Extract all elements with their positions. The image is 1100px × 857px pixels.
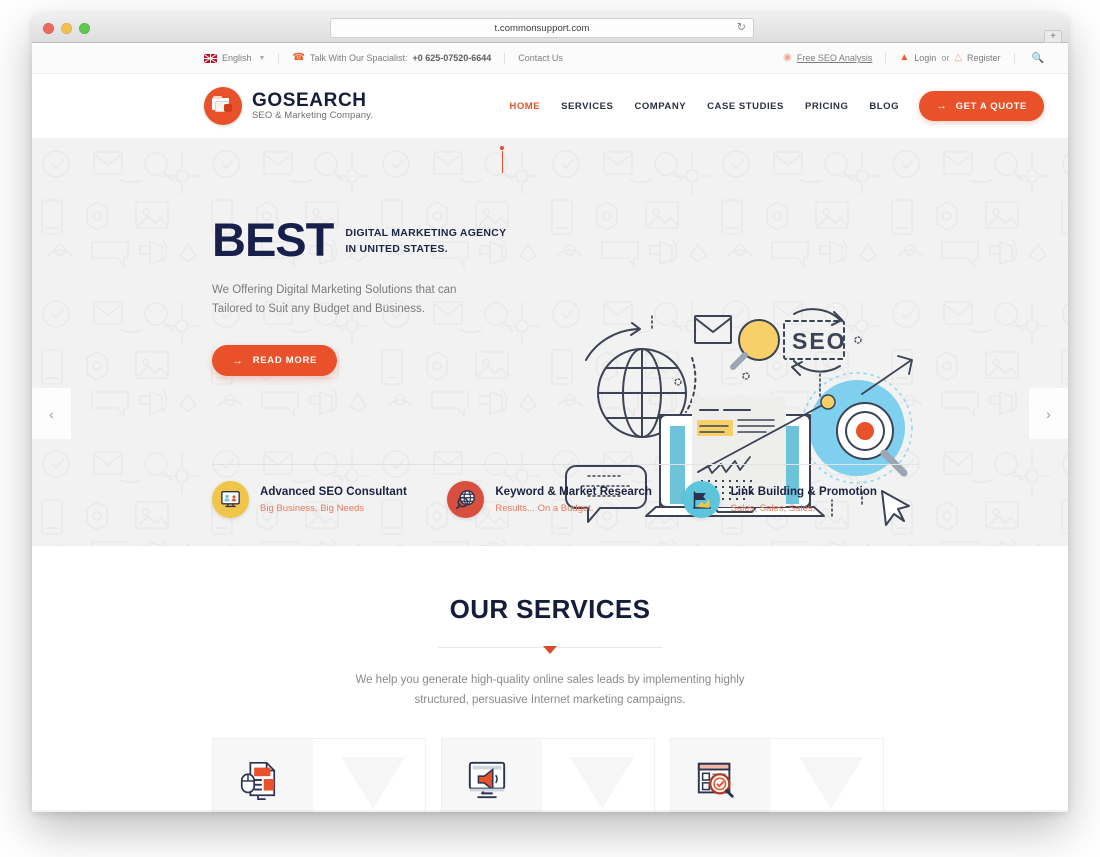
site-header: GOSEARCH SEO & Marketing Company. HOME S… (32, 74, 1068, 138)
window-traffic-lights[interactable] (43, 22, 90, 34)
contact-us-link[interactable]: Contact Us (518, 53, 563, 63)
service-card-display-advertising[interactable]: Display Advertising Explain to you how a… (441, 738, 655, 812)
watermark-triangle-icon (799, 757, 863, 809)
feature-title: Link Building & Promotion (730, 486, 877, 499)
language-selector[interactable]: English ▼ (204, 53, 265, 63)
register-link[interactable]: △ Register (954, 52, 1001, 64)
phone-icon: ☎ (292, 52, 305, 63)
divider (1013, 52, 1015, 64)
brand-name: GOSEARCH (252, 89, 367, 111)
free-seo-analysis-link[interactable]: ◉ Free SEO Analysis (783, 52, 873, 64)
arrow-right-icon: → (936, 99, 948, 112)
globe-magnifier-icon (447, 481, 485, 518)
hero-description: We Offering Digital Marketing Solutions … (212, 284, 457, 316)
phone-number: +0 625-07520-6644 (412, 53, 492, 63)
chart-flag-icon (682, 481, 720, 518)
login-label: Login (914, 53, 937, 63)
maximize-window-button[interactable] (79, 22, 90, 34)
carousel-prev-button[interactable]: ‹ (32, 388, 71, 439)
feature-item-keyword-research[interactable]: Keyword & Market Research Results... On … (447, 481, 682, 518)
new-tab-button[interactable]: + (1044, 30, 1062, 43)
free-seo-analysis-label: Free SEO Analysis (796, 53, 873, 63)
reload-icon[interactable]: ↻ (737, 22, 746, 34)
login-link[interactable]: ▲ Login (899, 52, 937, 64)
monitor-users-icon (212, 481, 249, 518)
get-a-quote-button[interactable]: → GET A QUOTE (919, 91, 1044, 121)
feature-strip: Advanced SEO Consultant Big Business, Bi… (212, 464, 918, 518)
triangle-down-icon (543, 646, 557, 654)
hero-section: BEST DIGITAL MARKETING AGENCY IN UNITED … (32, 138, 1068, 546)
mouse-document-icon (237, 759, 279, 806)
address-bar[interactable]: t.commonsupport.com ↻ (330, 18, 754, 38)
browser-magnifier-icon (695, 759, 737, 806)
brand-tagline: SEO & Marketing Company. (252, 110, 374, 122)
feature-title: Keyword & Market Research (495, 486, 652, 499)
nav-item-company[interactable]: COMPANY (634, 97, 686, 116)
browser-window: t.commonsupport.com ↻ + English ▼ ☎ Talk… (32, 14, 1068, 812)
hero-copy: BEST DIGITAL MARKETING AGENCY IN UNITED … (212, 213, 512, 377)
feature-item-seo-consultant[interactable]: Advanced SEO Consultant Big Business, Bi… (212, 481, 447, 518)
language-label: English (222, 53, 252, 63)
desktop-background: t.commonsupport.com ↻ + English ▼ ☎ Talk… (0, 0, 1100, 857)
nav-item-pricing[interactable]: PRICING (805, 97, 848, 116)
minimize-window-button[interactable] (61, 22, 72, 34)
main-navigation: HOME SERVICES COMPANY CASE STUDIES PRICI… (509, 97, 899, 116)
divider (504, 52, 506, 64)
services-title: OUR SERVICES (449, 594, 651, 624)
search-icon[interactable]: 🔍 (1032, 53, 1044, 64)
nav-item-blog[interactable]: BLOG (869, 97, 899, 116)
chevron-down-icon: ▼ (258, 54, 266, 62)
feature-subtitle: Big Business, Big Needs (260, 502, 365, 514)
or-label: or (941, 53, 950, 63)
get-a-quote-label: GET A QUOTE (955, 100, 1027, 112)
page-bottom-edge (32, 810, 1068, 812)
nav-item-services[interactable]: SERVICES (561, 97, 613, 116)
feature-subtitle: Sales, Sales, Sales. (730, 502, 816, 514)
brand-logo[interactable]: GOSEARCH SEO & Marketing Company. (204, 87, 373, 125)
user-icon: ▲ (899, 52, 910, 63)
read-more-label: READ MORE (252, 355, 318, 367)
close-window-button[interactable] (43, 22, 54, 34)
service-card-ppc[interactable]: Pay Per Click Management Explain to you … (212, 738, 426, 812)
divider (885, 52, 887, 64)
services-description: We help you generate high-quality online… (355, 674, 745, 707)
services-section: OUR SERVICES We help you generate high-q… (32, 546, 1068, 812)
analysis-icon: ◉ (783, 52, 792, 63)
nav-item-case-studies[interactable]: CASE STUDIES (707, 97, 784, 116)
phone-label: Talk With Our Spacialist: (309, 53, 408, 63)
watermark-triangle-icon (341, 757, 405, 809)
nav-item-home[interactable]: HOME (509, 97, 540, 116)
carousel-next-button[interactable]: › (1029, 388, 1068, 439)
url-text: t.commonsupport.com (494, 22, 590, 34)
active-nav-marker (500, 146, 504, 173)
page-viewport: English ▼ ☎ Talk With Our Spacialist: +0… (32, 43, 1068, 812)
hero-headline-rest: DIGITAL MARKETING AGENCY IN UNITED STATE… (345, 227, 507, 255)
arrow-right-icon: → (232, 354, 244, 367)
service-cards-row: Pay Per Click Management Explain to you … (212, 738, 888, 812)
section-divider (438, 646, 662, 654)
divider (278, 52, 280, 64)
monitor-megaphone-icon (466, 759, 508, 806)
feature-subtitle: Results... On a Budget. (495, 502, 594, 514)
service-card-seo[interactable]: Search Engine Optimization Explain to yo… (670, 738, 884, 812)
feature-title: Advanced SEO Consultant (260, 486, 407, 499)
site-topbar: English ▼ ☎ Talk With Our Spacialist: +0… (32, 43, 1068, 74)
watermark-triangle-icon (570, 757, 634, 809)
hero-headline-big: BEST (212, 213, 334, 266)
phone-info[interactable]: ☎ Talk With Our Spacialist: +0 625-07520… (292, 52, 492, 64)
feature-item-link-building[interactable]: Link Building & Promotion Sales, Sales, … (682, 481, 918, 518)
browser-titlebar: t.commonsupport.com ↻ + (32, 14, 1068, 43)
register-label: Register (967, 53, 1001, 63)
uk-flag-icon (204, 53, 217, 63)
register-icon: △ (954, 52, 963, 63)
read-more-button[interactable]: → READ MORE (212, 345, 338, 377)
logo-icon (204, 87, 242, 125)
